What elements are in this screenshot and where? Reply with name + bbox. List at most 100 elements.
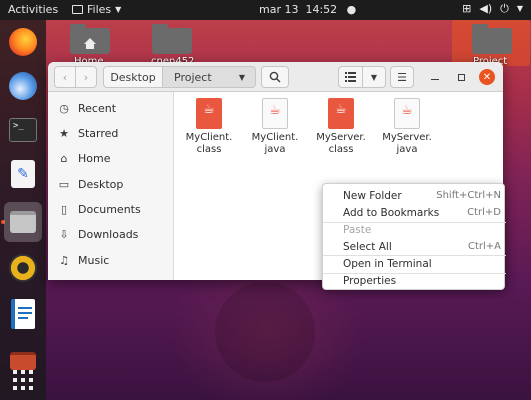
java-source-file-icon: ☕ (394, 98, 420, 129)
sidebar-item-recent[interactable]: ◷ Recent (48, 96, 174, 120)
file-item[interactable]: ☕ MyServer. class (311, 98, 371, 156)
chevron-left-icon: ‹ (62, 70, 68, 84)
view-options-button[interactable]: ▼ (362, 66, 386, 88)
sidebar-item-home[interactable]: ⌂ Home (48, 146, 174, 170)
file-name: MyClient. (185, 132, 233, 143)
activities-button[interactable]: Activities (8, 3, 58, 16)
volume-icon: ◀) (479, 2, 493, 15)
close-button[interactable]: ✕ (479, 69, 495, 85)
sidebar-item-downloads[interactable]: ⇩ Downloads (48, 222, 174, 246)
notification-dot-icon: ● (346, 3, 357, 16)
dock-rhythmbox[interactable] (7, 252, 39, 284)
menu-item-label: Add to Bookmarks (343, 206, 440, 219)
grid-icon (13, 370, 33, 390)
clock[interactable]: mar 13 14:52 ● (259, 3, 356, 16)
dock-text-editor[interactable]: ✎ (7, 158, 39, 190)
sidebar-item-desktop[interactable]: ▭ Desktop (48, 172, 174, 196)
menu-item-accelerator: Ctrl+A (467, 241, 501, 252)
file-item[interactable]: ☕ MyServer. java (377, 98, 437, 156)
firefox-icon (9, 28, 37, 56)
search-icon (269, 71, 281, 83)
dock-terminal[interactable]: >_ (7, 114, 39, 146)
header-bar: ‹ › Desktop Project ▼ ▼ ☰ ✕ (48, 62, 503, 92)
network-icon: ⊞ (462, 2, 472, 15)
system-tray[interactable]: ⊞ ◀) ⏻ ▼ (462, 2, 523, 16)
dock-writer[interactable] (7, 298, 39, 330)
menu-item-accelerator: Ctrl+D (467, 207, 501, 218)
path-label: Desktop (110, 70, 156, 84)
sidebar-item-music[interactable]: ♫ Music (48, 248, 174, 272)
chevron-down-icon: ▼ (516, 4, 523, 13)
thunderbird-icon (9, 72, 37, 100)
file-name: java (396, 144, 418, 155)
main-menu-button[interactable]: ☰ (390, 66, 414, 88)
menu-item-properties[interactable]: Properties (323, 272, 506, 289)
star-icon: ★ (59, 126, 69, 140)
file-name: class (196, 144, 222, 155)
menu-item-label: New Folder (343, 189, 402, 202)
menu-item-new-folder[interactable]: New Folder Shift+Ctrl+N (323, 187, 506, 204)
menu-item-label: Properties (343, 274, 397, 287)
terminal-icon: >_ (9, 118, 37, 142)
sidebar-item-label: Music (78, 253, 110, 267)
writer-icon (11, 299, 35, 329)
sidebar-item-label: Downloads (78, 227, 139, 241)
path-label: Project (174, 70, 212, 84)
app-menu-label: Files (87, 3, 112, 16)
menu-item-paste: Paste (323, 221, 506, 238)
list-view-icon (345, 72, 356, 82)
file-item[interactable]: ☕ MyClient. java (245, 98, 305, 156)
chevron-down-icon: ▼ (370, 72, 378, 82)
folder-icon (152, 24, 192, 54)
minimize-button[interactable] (428, 70, 442, 84)
minimize-icon (431, 78, 439, 81)
rhythmbox-icon (9, 254, 37, 282)
sidebar-item-starred[interactable]: ★ Starred (48, 121, 174, 145)
power-icon: ⏻ (500, 2, 509, 15)
show-applications-button[interactable] (7, 364, 39, 396)
sidebar-item-documents[interactable]: ▯ Documents (48, 197, 174, 221)
forward-button[interactable]: › (75, 66, 97, 88)
path-button-project[interactable]: Project ▼ (162, 66, 256, 88)
dock-files[interactable] (4, 202, 42, 242)
music-icon: ♫ (59, 253, 69, 267)
menu-item-select-all[interactable]: Select All Ctrl+A (323, 238, 506, 255)
java-class-file-icon: ☕ (328, 98, 354, 129)
maximize-button[interactable] (454, 70, 468, 84)
close-icon: ✕ (482, 71, 492, 83)
java-class-file-icon: ☕ (196, 98, 222, 129)
dock-firefox[interactable] (7, 26, 39, 58)
menu-item-label: Paste (343, 223, 372, 236)
desktop-icon-project[interactable]: Project (452, 20, 530, 67)
sidebar-item-label: Desktop (78, 177, 124, 191)
download-icon: ⇩ (59, 227, 69, 241)
files-icon (10, 211, 36, 233)
desktop-icon: ▭ (58, 177, 70, 191)
sidebar-item-label: Starred (78, 126, 119, 140)
clock-icon: ◷ (59, 101, 69, 115)
sidebar-item-label: Documents (78, 202, 141, 216)
chevron-down-icon: ▼ (115, 5, 122, 14)
file-name: MyServer. (382, 132, 432, 143)
maximize-icon (457, 73, 465, 81)
menu-item-open-in-terminal[interactable]: Open in Terminal (323, 255, 506, 272)
context-menu: New Folder Shift+Ctrl+N Add to Bookmarks C… (322, 183, 506, 290)
hamburger-icon: ☰ (397, 70, 407, 84)
java-source-file-icon: ☕ (262, 98, 288, 129)
sidebar: ◷ Recent ★ Starred ⌂ Home ▭ Desktop ▯ Documen… (48, 92, 174, 280)
view-list-button[interactable] (338, 66, 363, 88)
home-folder-icon (70, 24, 110, 54)
ubuntu-logo-wallpaper (215, 282, 315, 382)
path-button-desktop[interactable]: Desktop (103, 66, 163, 88)
app-menu-files[interactable]: Files ▼ (72, 3, 121, 16)
document-icon: ▯ (60, 202, 68, 216)
dock-thunderbird[interactable] (7, 70, 39, 102)
menu-item-add-to-bookmarks[interactable]: Add to Bookmarks Ctrl+D (323, 204, 506, 221)
back-button[interactable]: ‹ (54, 66, 76, 88)
home-icon: ⌂ (60, 151, 68, 165)
text-editor-icon: ✎ (11, 160, 35, 188)
file-item[interactable]: ☕ MyClient. class (179, 98, 239, 156)
file-name: class (328, 144, 354, 155)
files-app-icon (72, 5, 83, 14)
search-button[interactable] (261, 66, 289, 88)
